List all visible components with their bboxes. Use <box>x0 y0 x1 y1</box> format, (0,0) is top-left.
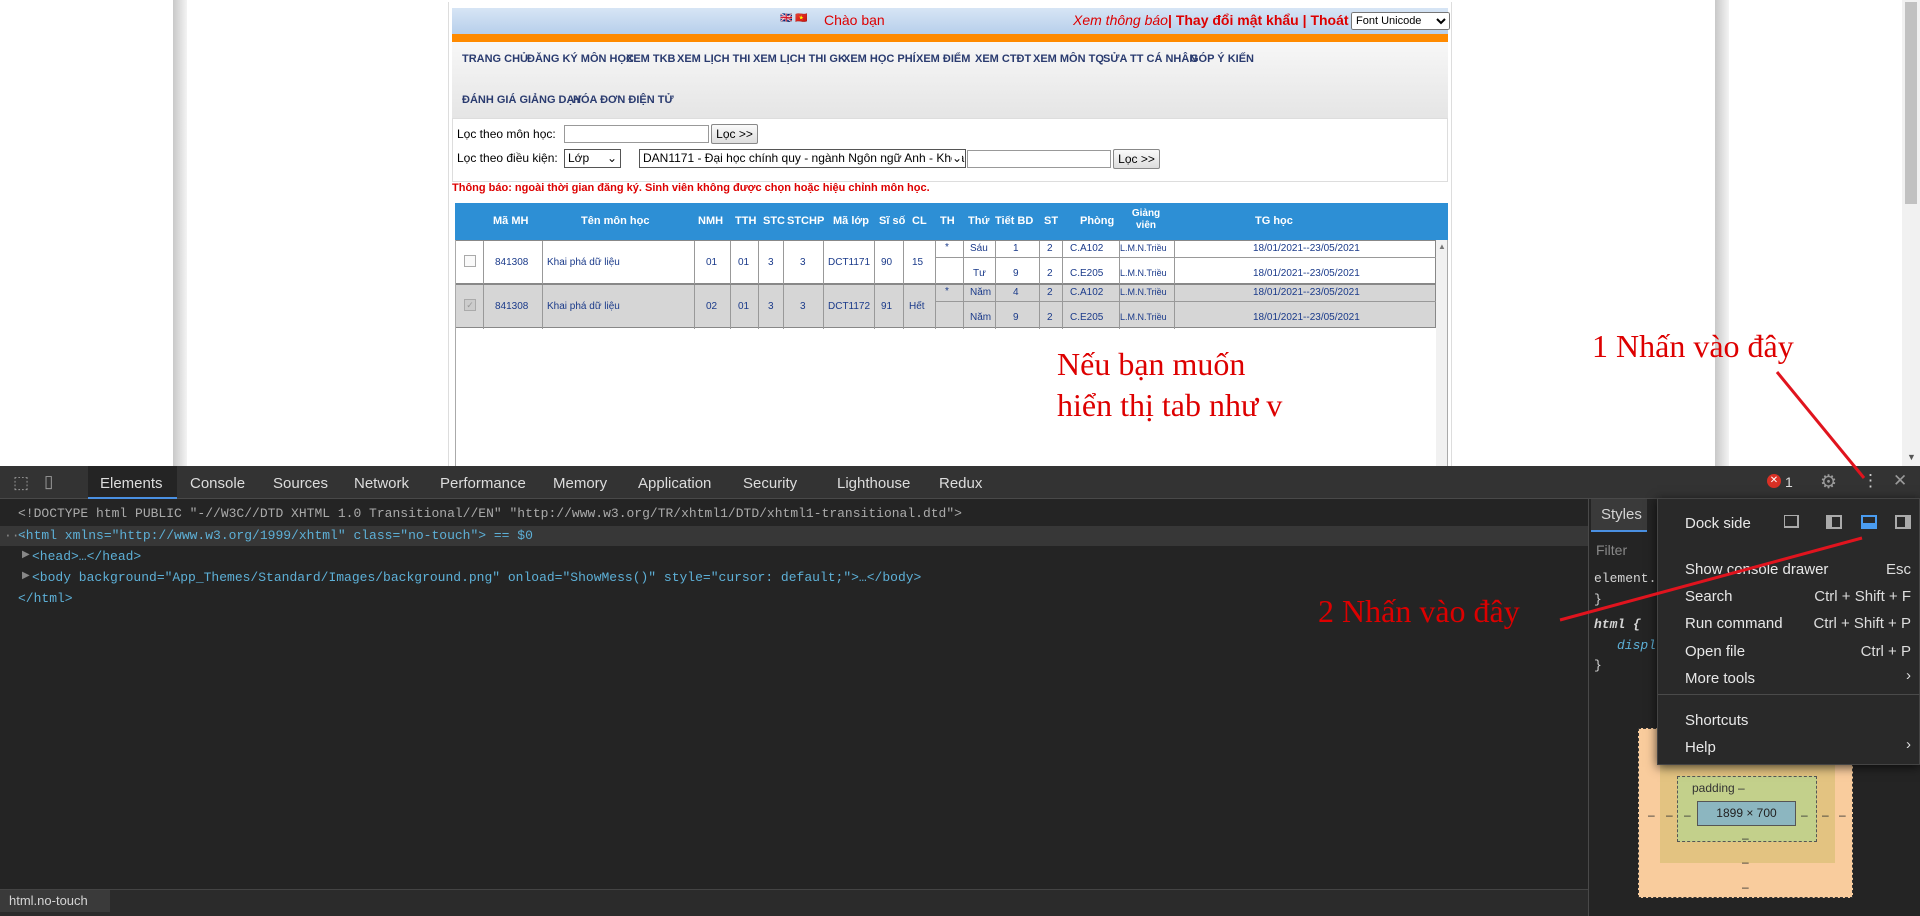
arrow-step2 <box>1559 536 1863 622</box>
annotation-arrows <box>1559 371 1866 622</box>
arrow-step1 <box>1775 371 1866 479</box>
